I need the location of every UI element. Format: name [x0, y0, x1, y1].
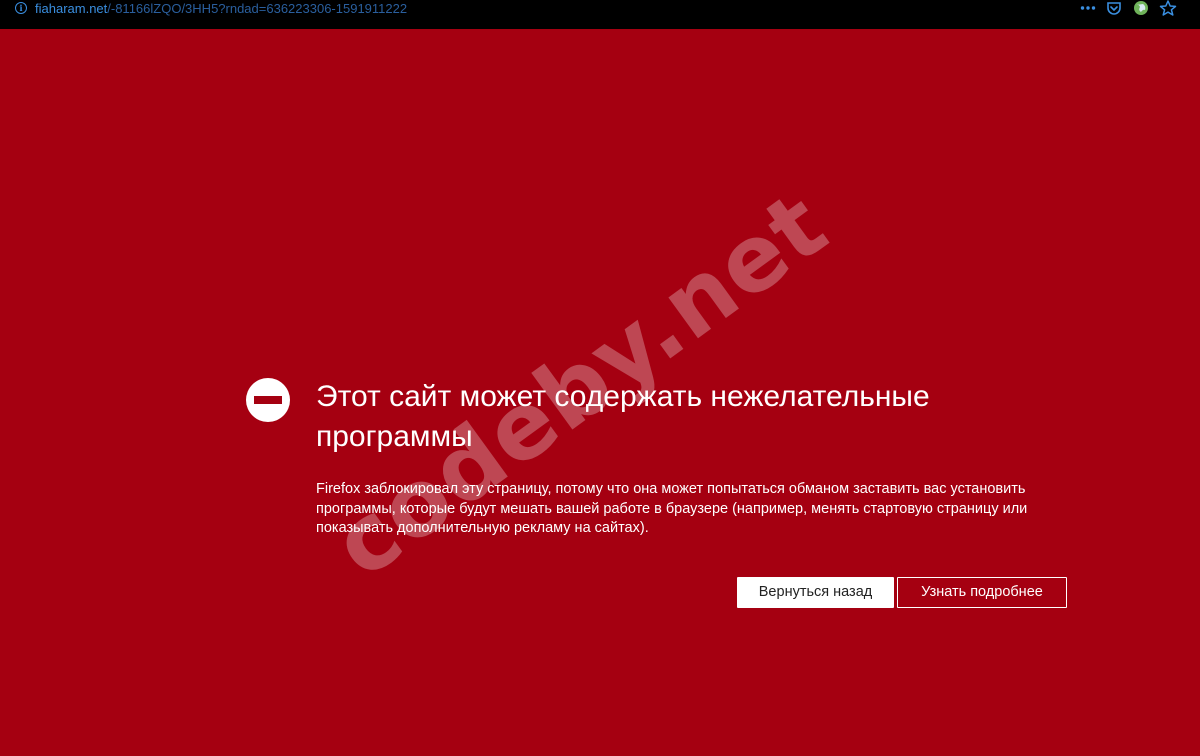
- url-bar[interactable]: i fiaharam.net/-81166lZQO/3HH5?rndad=636…: [0, 0, 1200, 29]
- block-icon: [245, 377, 291, 423]
- go-back-button[interactable]: Вернуться назад: [737, 577, 894, 608]
- pocket-icon[interactable]: [1105, 0, 1123, 18]
- page-title: Этот сайт может содержать нежелательные …: [316, 380, 930, 453]
- browser-window: i fiaharam.net/-81166lZQO/3HH5?rndad=636…: [0, 0, 1200, 756]
- info-icon[interactable]: i: [15, 2, 27, 14]
- page-actions-icon[interactable]: [1079, 0, 1097, 18]
- url-path: /-81166lZQO/3HH5?rndad=636223306-1591911…: [107, 1, 408, 16]
- url-text[interactable]: fiaharam.net/-81166lZQO/3HH5?rndad=63622…: [35, 0, 407, 18]
- warning-description: Firefox заблокировал эту страницу, потом…: [316, 481, 1028, 536]
- bookmark-star-icon[interactable]: [1159, 0, 1177, 18]
- learn-more-button[interactable]: Узнать подробнее: [897, 577, 1067, 608]
- extension-globe-icon[interactable]: [1132, 0, 1150, 18]
- url-domain: fiaharam.net: [35, 1, 108, 16]
